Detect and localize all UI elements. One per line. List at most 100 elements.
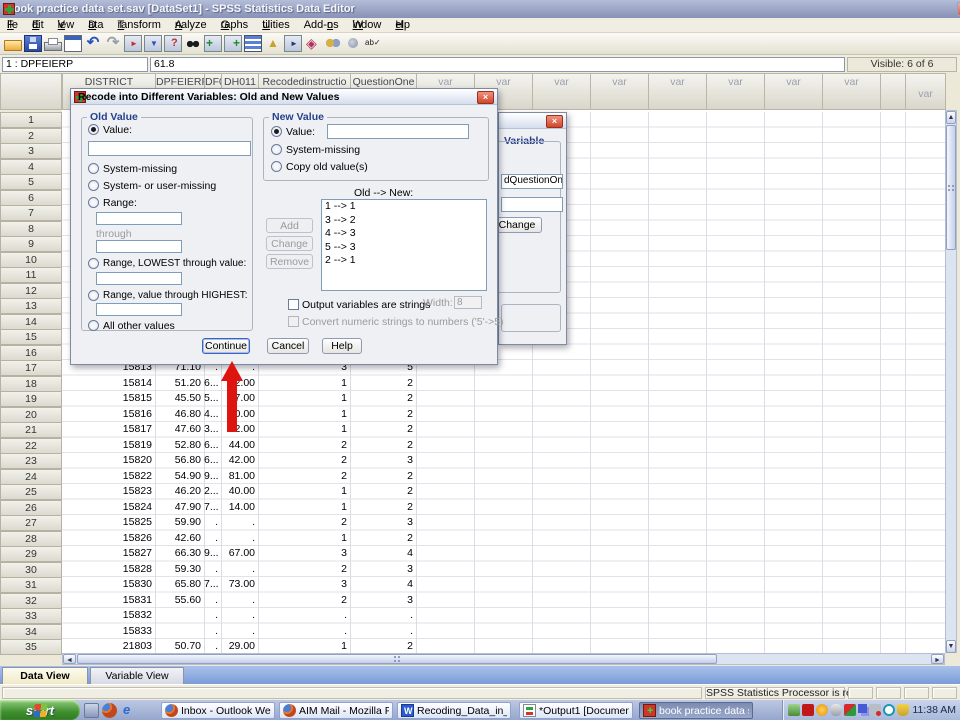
data-cell[interactable]: . — [350, 624, 413, 640]
data-cell[interactable]: 2 — [258, 593, 347, 609]
data-cell[interactable]: 42.60 — [155, 531, 201, 547]
data-cell[interactable]: . — [221, 515, 255, 531]
insert-cases-icon[interactable] — [204, 35, 222, 52]
data-cell[interactable]: 51.20 — [155, 376, 201, 392]
data-cell[interactable]: 15817 — [62, 422, 152, 438]
old-new-mapping[interactable]: 5 --> 3 — [322, 241, 486, 255]
data-cell[interactable]: 2 — [258, 515, 347, 531]
column-header-var[interactable]: var — [532, 73, 591, 110]
cell-reference-box[interactable]: 1 : DPFEIERP — [2, 57, 148, 72]
row-header-10[interactable]: 10 — [0, 252, 62, 268]
row-header-20[interactable]: 20 — [0, 407, 62, 423]
data-cell[interactable]: 4 — [350, 546, 413, 562]
data-cell[interactable]: 6... — [204, 453, 218, 469]
row-header-13[interactable]: 13 — [0, 298, 62, 314]
data-cell[interactable]: 15825 — [62, 515, 152, 531]
old-new-mapping[interactable]: 4 --> 3 — [322, 227, 486, 241]
data-cell[interactable]: 2 — [350, 376, 413, 392]
data-cell[interactable]: . — [221, 593, 255, 609]
row-header-8[interactable]: 8 — [0, 221, 62, 237]
data-cell[interactable]: 6... — [204, 438, 218, 454]
tray-ati[interactable] — [802, 704, 814, 716]
old-new-mapping[interactable]: 3 --> 2 — [322, 214, 486, 228]
find-icon[interactable] — [184, 35, 202, 52]
new-value-radio[interactable] — [271, 126, 282, 137]
horizontal-scrollbar[interactable]: ◄ ► — [62, 653, 945, 665]
use-variable-sets-icon[interactable] — [324, 35, 342, 52]
data-cell[interactable]: 2 — [350, 484, 413, 500]
data-cell[interactable]: 42.00 — [221, 453, 255, 469]
menu-analyze[interactable]: Analyze — [168, 19, 214, 31]
data-cell[interactable]: 15820 — [62, 453, 152, 469]
row-header-34[interactable]: 34 — [0, 624, 62, 640]
row-header-28[interactable]: 28 — [0, 531, 62, 547]
print-icon[interactable] — [44, 42, 62, 51]
row-header-1[interactable]: 1 — [0, 112, 62, 128]
weight-cases-icon[interactable] — [264, 35, 282, 52]
menu-utilities[interactable]: Utilities — [255, 19, 297, 31]
data-cell[interactable]: 2 — [258, 453, 347, 469]
data-cell[interactable]: 15832 — [62, 608, 152, 624]
cell-value-editor[interactable]: 61.8 — [150, 57, 845, 72]
row-header-11[interactable]: 11 — [0, 267, 62, 283]
spell-check-icon[interactable] — [364, 35, 382, 52]
data-cell[interactable]: 3 — [350, 515, 413, 531]
data-cell[interactable]: 15826 — [62, 531, 152, 547]
row-header-12[interactable]: 12 — [0, 283, 62, 299]
old-new-list[interactable]: 1 --> 13 --> 24 --> 35 --> 32 --> 1 — [321, 199, 487, 291]
cancel-button[interactable]: Cancel — [267, 338, 309, 354]
row-header-30[interactable]: 30 — [0, 562, 62, 578]
menu-help[interactable]: Help — [388, 19, 417, 31]
horizontal-scroll-thumb[interactable] — [77, 654, 717, 664]
data-cell[interactable]: 2... — [204, 484, 218, 500]
row-header-2[interactable]: 2 — [0, 128, 62, 144]
data-cell[interactable]: . — [204, 608, 218, 624]
data-cell[interactable]: 15823 — [62, 484, 152, 500]
data-cell[interactable]: 15819 — [62, 438, 152, 454]
close-icon[interactable]: × — [546, 115, 563, 128]
data-cell[interactable]: . — [204, 562, 218, 578]
data-cell[interactable]: 55.60 — [155, 593, 201, 609]
new-system-missing-radio[interactable] — [271, 144, 282, 155]
tray-display[interactable] — [869, 704, 881, 716]
value-labels-icon[interactable] — [304, 35, 322, 52]
data-cell[interactable]: 7... — [204, 500, 218, 516]
range-highest-radio[interactable] — [88, 290, 99, 301]
data-cell[interactable]: 15828 — [62, 562, 152, 578]
column-header-var[interactable]: var — [764, 73, 823, 110]
row-header-19[interactable]: 19 — [0, 391, 62, 407]
data-cell[interactable]: . — [350, 608, 413, 624]
old-new-mapping[interactable]: 1 --> 1 — [322, 200, 486, 214]
row-header-25[interactable]: 25 — [0, 484, 62, 500]
taskbar-button[interactable]: Inbox - Outlook Web ... — [161, 702, 275, 719]
data-cell[interactable]: 2 — [350, 422, 413, 438]
data-cell[interactable]: . — [204, 531, 218, 547]
continue-button[interactable]: Continue — [202, 338, 250, 354]
undo-icon[interactable] — [84, 35, 102, 52]
data-cell[interactable]: 2 — [258, 438, 347, 454]
convert-numeric-checkbox[interactable] — [288, 316, 299, 327]
row-header-9[interactable]: 9 — [0, 236, 62, 252]
tab-data-view[interactable]: Data View — [2, 667, 88, 684]
row-header-21[interactable]: 21 — [0, 422, 62, 438]
data-cell[interactable]: 2 — [350, 500, 413, 516]
data-cell[interactable]: . — [258, 608, 347, 624]
row-header-17[interactable]: 17 — [0, 360, 62, 376]
row-header-33[interactable]: 33 — [0, 608, 62, 624]
old-value-radio[interactable] — [88, 124, 99, 135]
data-cell[interactable]: . — [221, 531, 255, 547]
data-cell[interactable]: . — [204, 639, 218, 655]
scroll-up-icon[interactable]: ▲ — [946, 111, 956, 124]
data-cell[interactable]: 46.80 — [155, 407, 201, 423]
data-cell[interactable]: 3 — [350, 562, 413, 578]
data-cell[interactable]: 1 — [258, 531, 347, 547]
taskbar-button[interactable]: AIM Mail - Mozilla Fir... — [279, 702, 393, 719]
data-cell[interactable]: 73.00 — [221, 577, 255, 593]
data-cell[interactable]: . — [221, 562, 255, 578]
menu-addons[interactable]: Add-ons — [297, 19, 346, 31]
data-cell[interactable]: 2 — [258, 469, 347, 485]
scroll-down-icon[interactable]: ▼ — [946, 640, 956, 653]
goto-case-icon[interactable] — [124, 35, 142, 52]
data-cell[interactable]: 21803 — [62, 639, 152, 655]
close-icon[interactable]: × — [477, 91, 494, 104]
